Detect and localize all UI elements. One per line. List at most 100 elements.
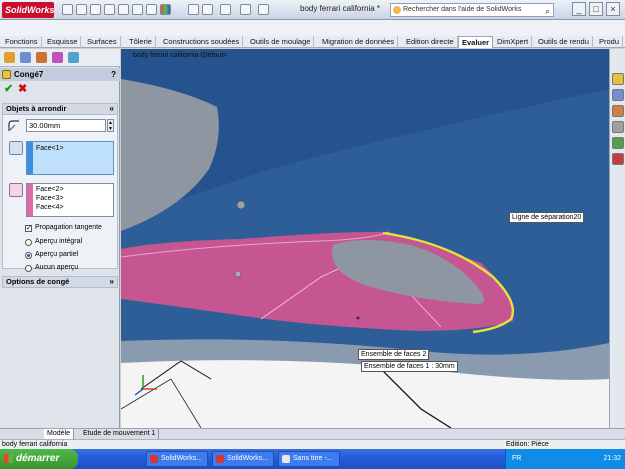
print-icon[interactable] <box>104 4 115 15</box>
language-indicator[interactable]: FR <box>512 455 521 462</box>
cursor-icon[interactable] <box>240 4 251 15</box>
collapse-chevron-icon[interactable]: « <box>110 104 114 114</box>
minimize-button[interactable]: _ <box>572 2 586 16</box>
full-preview-radio[interactable] <box>25 239 32 246</box>
paint-icon <box>282 455 290 463</box>
face-set-1-color <box>27 142 33 174</box>
status-edit-mode: Edition: Pièce <box>506 441 549 448</box>
items-to-fillet-body: 30.00mm ▲ ▼ Face<1> Face<2> Face<3> Face<… <box>2 115 118 272</box>
maximize-button[interactable]: □ <box>589 2 603 16</box>
property-manager-panel: Congé7 ? ✔ ✖ Objets à arrondir « 30.00mm… <box>0 49 120 428</box>
taskbar-button-label: SolidWorks... <box>227 455 269 462</box>
cancel-button[interactable]: ✖ <box>18 82 27 95</box>
home-icon[interactable] <box>612 73 624 85</box>
configuration-manager-icon[interactable] <box>36 52 47 63</box>
app-logo[interactable]: SolidWorks <box>2 2 54 18</box>
no-preview-label: Aucun aperçu <box>35 264 79 271</box>
tab-features[interactable]: Fonctions <box>2 36 42 48</box>
face-set-2-select-icon[interactable] <box>9 183 23 197</box>
view-palette-icon[interactable] <box>612 137 624 149</box>
ok-button[interactable]: ✔ <box>4 82 13 95</box>
command-manager-tabs: Fonctions Esquisse Surfaces Tôlerie Cons… <box>0 36 625 48</box>
solidworks-icon <box>216 455 224 463</box>
fillet-options-header[interactable]: Options de congé » <box>2 276 118 288</box>
expand-chevron-icon[interactable]: » <box>110 277 114 287</box>
tab-weldments[interactable]: Constructions soudées <box>160 36 244 48</box>
appearances-icon[interactable] <box>612 153 624 165</box>
taskbar-button-solidworks-2[interactable]: SolidWorks... <box>212 451 274 467</box>
options-icon[interactable] <box>220 4 231 15</box>
partial-preview-radio[interactable] <box>25 252 32 259</box>
feature-title: Congé7 <box>14 70 44 79</box>
redo-arrow-icon[interactable] <box>202 4 213 15</box>
display-manager-icon[interactable] <box>68 52 79 63</box>
callout-face-set-2[interactable]: Ensemble de faces 2 <box>358 349 430 360</box>
system-tray: FR 21:32 <box>505 449 625 469</box>
list-item[interactable]: Face<1> <box>36 145 64 152</box>
tab-dimxpert[interactable]: DimXpert <box>494 36 533 48</box>
design-library-icon[interactable] <box>612 105 624 117</box>
tab-sketch[interactable]: Esquisse <box>44 36 82 48</box>
list-item[interactable]: Face<3> <box>36 195 64 202</box>
search-icon[interactable]: ⌕ <box>545 5 550 17</box>
close-button[interactable]: × <box>606 2 620 16</box>
ok-cancel-bar: ✔ ✖ <box>0 82 120 96</box>
dimxpert-manager-icon[interactable] <box>52 52 63 63</box>
undo-arrow-icon[interactable] <box>188 4 199 15</box>
search-placeholder: Rechercher dans l'aide de SolidWorks <box>403 6 522 13</box>
property-manager-icon[interactable] <box>20 52 31 63</box>
new-document-icon[interactable] <box>62 4 73 15</box>
items-to-fillet-header[interactable]: Objets à arrondir « <box>2 103 118 115</box>
tab-data-migration[interactable]: Migration de données <box>319 36 399 48</box>
list-item[interactable]: Face<2> <box>36 186 64 193</box>
radius-icon <box>8 120 19 131</box>
file-properties-icon[interactable] <box>258 4 269 15</box>
tab-mold-tools[interactable]: Outils de moulage <box>247 36 315 48</box>
windows-flag-icon <box>4 454 13 463</box>
taskbar-button-label: SolidWorks... <box>161 455 203 462</box>
radius-spinner[interactable]: ▲ ▼ <box>107 119 114 132</box>
partial-preview-label: Aperçu partiel <box>35 251 79 258</box>
face-set-1-select-icon[interactable] <box>9 141 23 155</box>
tab-evaluate[interactable]: Evaluer <box>458 36 494 48</box>
start-label: démarrer <box>16 453 60 464</box>
rebuild-icon[interactable] <box>146 4 157 15</box>
taskbar-button-paint[interactable]: Sans titre -... <box>278 451 340 467</box>
graphics-area[interactable]: body ferrari california (Défaut< Ligne d… <box>121 49 609 428</box>
tab-model[interactable]: Modèle <box>44 429 74 439</box>
help-search-input[interactable]: Rechercher dans l'aide de SolidWorks ⌕ <box>390 3 554 17</box>
open-icon[interactable] <box>76 4 87 15</box>
face-set-1-list[interactable]: Face<1> <box>26 141 114 175</box>
clock[interactable]: 21:32 <box>603 455 621 462</box>
feature-manager-icon[interactable] <box>4 52 15 63</box>
tab-products[interactable]: Produ <box>596 36 624 48</box>
tangent-propagation-label: Propagation tangente <box>35 224 102 231</box>
no-preview-radio[interactable] <box>25 265 32 272</box>
list-item[interactable]: Face<4> <box>36 204 64 211</box>
save-icon[interactable] <box>90 4 101 15</box>
taskbar-button-solidworks-1[interactable]: SolidWorks... <box>146 451 208 467</box>
tab-surfaces[interactable]: Surfaces <box>84 36 121 48</box>
face-set-2-color <box>27 184 33 216</box>
undo-icon[interactable] <box>118 4 129 15</box>
title-bar: SolidWorks body ferrari california * Rec… <box>0 0 625 20</box>
start-button[interactable]: démarrer <box>0 449 78 469</box>
document-title: body ferrari california * <box>300 4 381 13</box>
taskbar-button-label: Sans titre -... <box>293 455 333 462</box>
file-explorer-icon[interactable] <box>612 121 624 133</box>
callout-separation-line[interactable]: Ligne de séparation20 <box>509 212 585 223</box>
select-icon[interactable] <box>132 4 143 15</box>
full-preview-label: Aperçu intégral <box>35 238 83 245</box>
face-set-2-list[interactable]: Face<2> Face<3> Face<4> <box>26 183 114 217</box>
callout-face-set-1[interactable]: Ensemble de faces 1 : 30mm <box>361 361 458 372</box>
tab-render-tools[interactable]: Outils de rendu <box>535 36 593 48</box>
help-icon[interactable]: ? <box>111 68 116 81</box>
tab-direct-editing[interactable]: Edition directe <box>403 36 458 48</box>
tab-sheet-metal[interactable]: Tôlerie <box>126 36 156 48</box>
feature-tree-flyout[interactable]: body ferrari california (Défaut< <box>133 52 227 59</box>
appearance-icon[interactable] <box>160 4 171 15</box>
resources-icon[interactable] <box>612 89 624 101</box>
radius-input[interactable]: 30.00mm <box>26 119 106 132</box>
tab-motion-study[interactable]: Etude de mouvement 1 <box>80 429 160 439</box>
tangent-propagation-checkbox[interactable]: ✓ <box>25 225 32 232</box>
